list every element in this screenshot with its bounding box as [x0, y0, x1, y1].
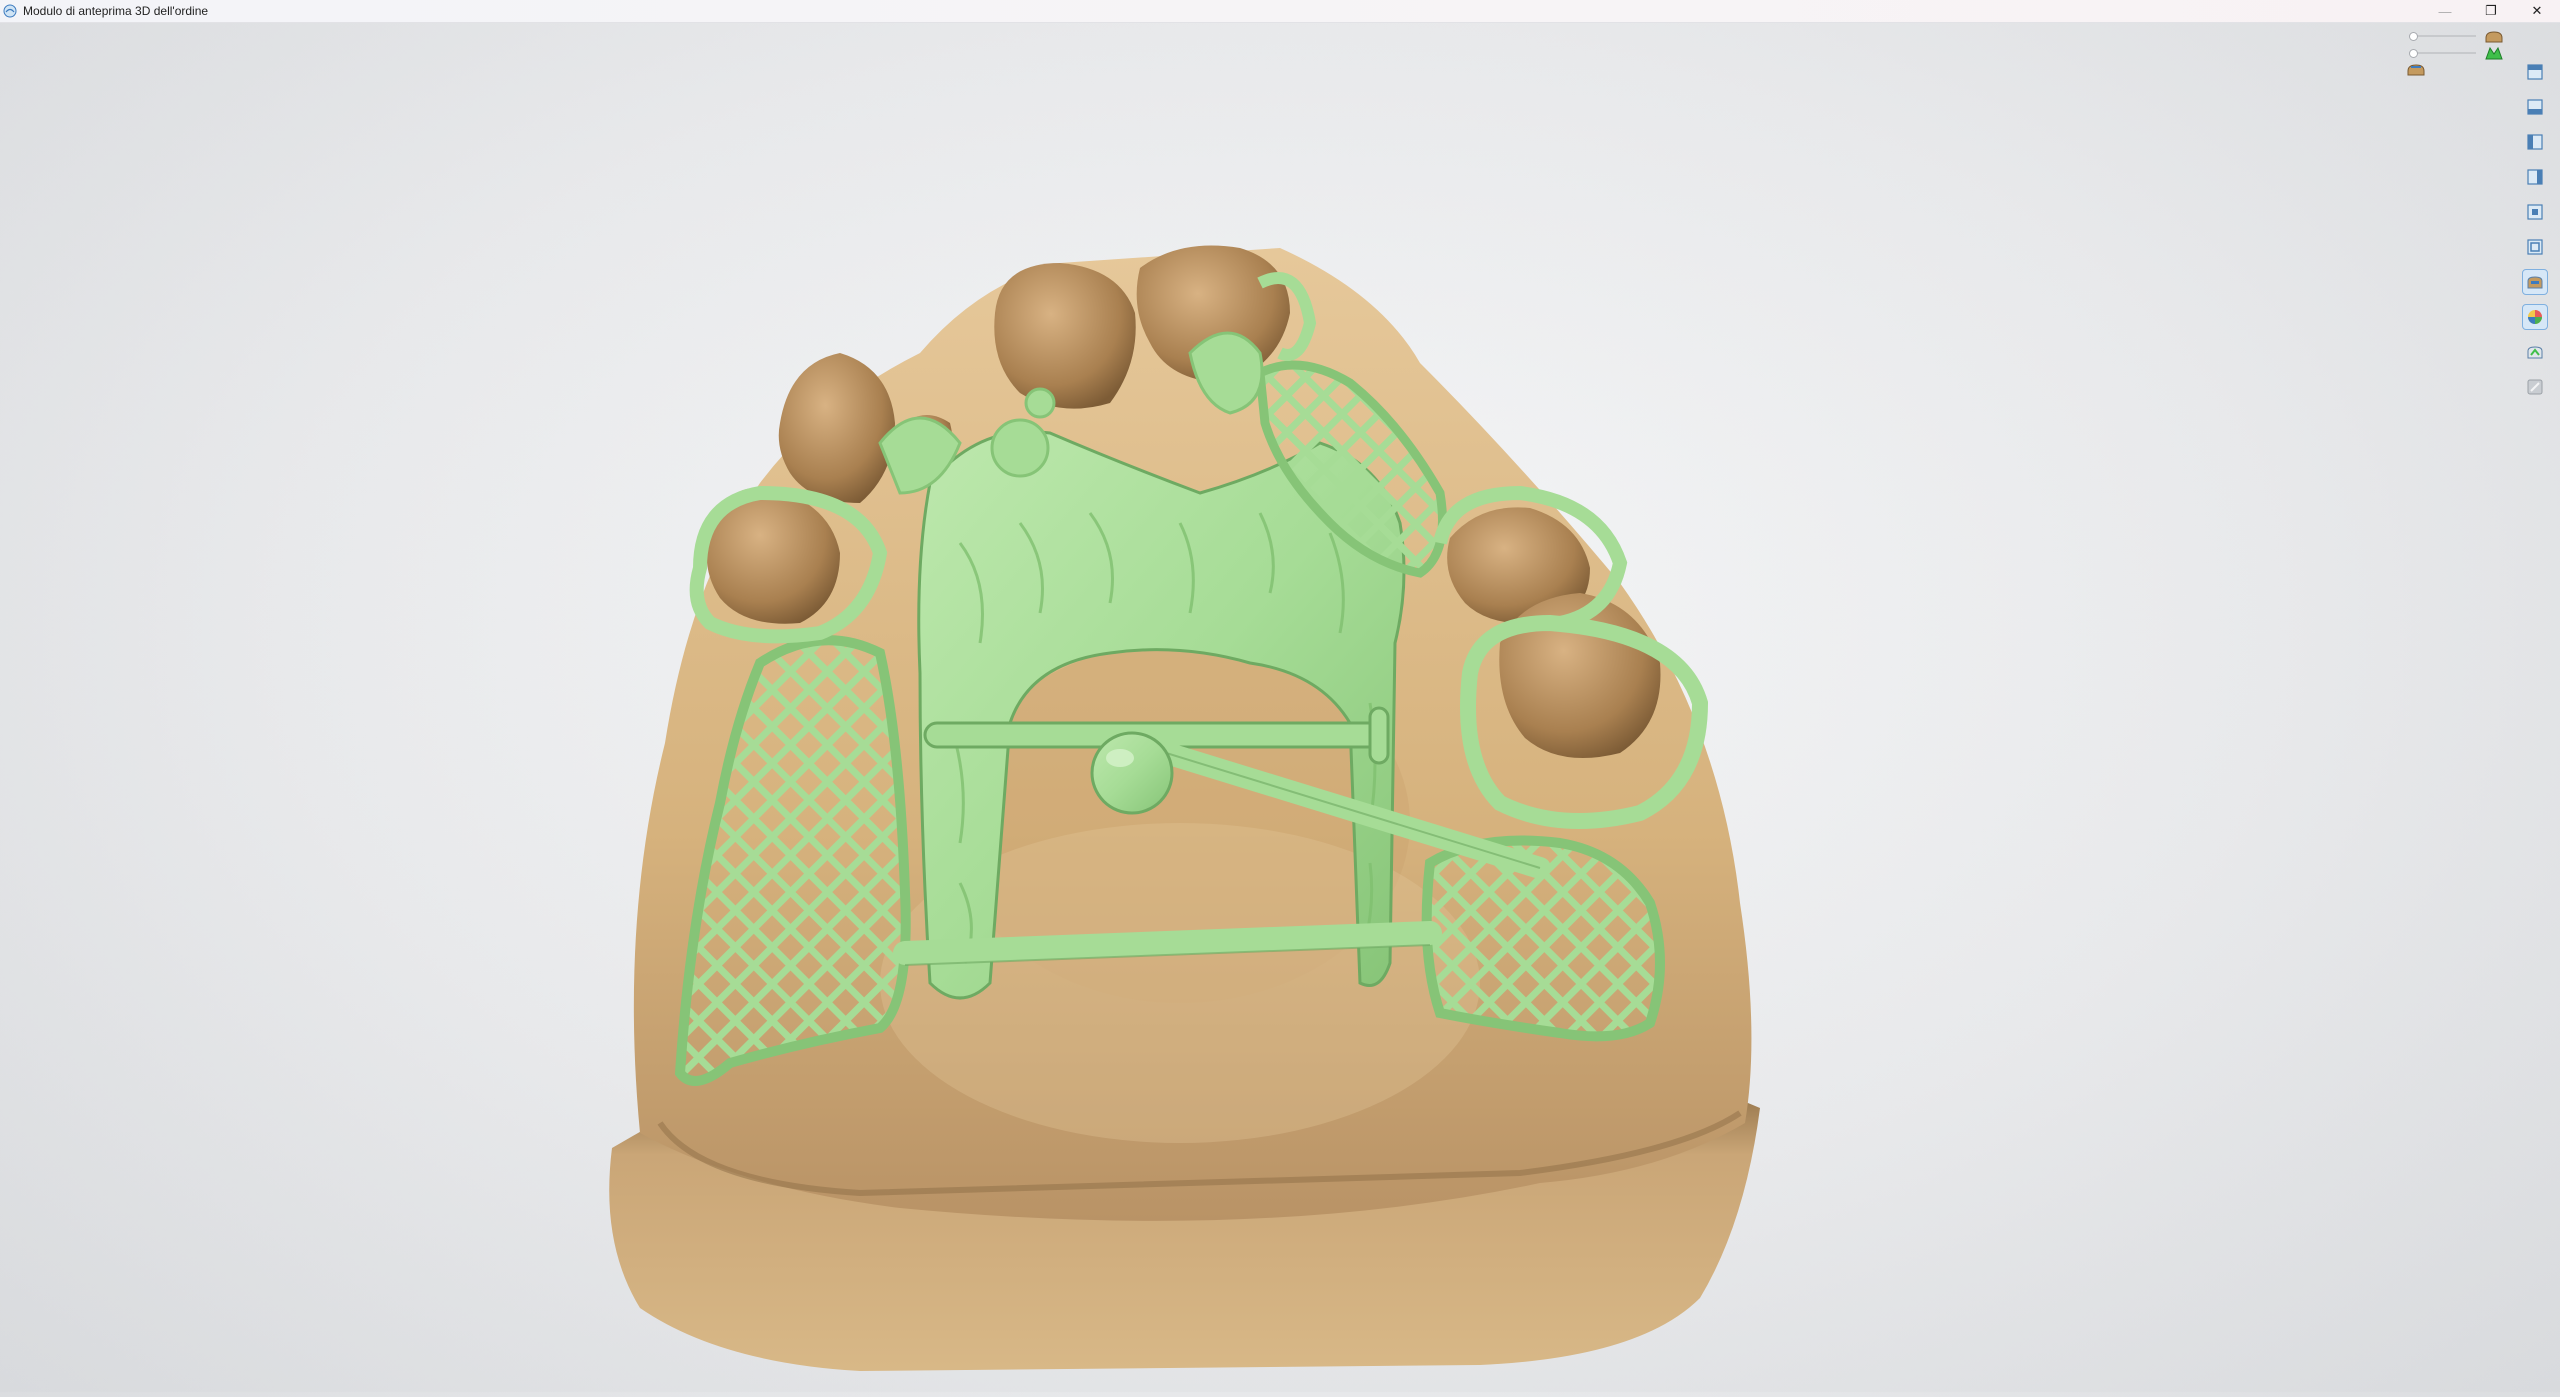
model-transparency-slider[interactable]: [2409, 28, 2504, 44]
model-toggle-icon[interactable]: [2406, 61, 2426, 77]
slider-track[interactable]: [2409, 32, 2476, 41]
view-right-icon[interactable]: [2522, 164, 2548, 190]
title-bar: Modulo di anteprima 3D dell'ordine — ❐ ✕: [0, 0, 2560, 23]
framework-transparency-slider[interactable]: [2409, 45, 2504, 61]
window-controls: — ❐ ✕: [2422, 0, 2560, 22]
scan-visibility-icon[interactable]: [2522, 339, 2548, 365]
3d-viewport[interactable]: [0, 23, 2560, 1392]
view-left-icon[interactable]: [2522, 129, 2548, 155]
framework-icon: [2485, 46, 2503, 60]
color-map-icon[interactable]: [2522, 304, 2548, 330]
model-visibility-icon[interactable]: [2522, 269, 2548, 295]
view-toolbar: [2522, 59, 2550, 409]
restore-button[interactable]: ❐: [2468, 0, 2514, 22]
close-button[interactable]: ✕: [2514, 0, 2560, 22]
view-bottom-icon[interactable]: [2522, 94, 2548, 120]
slider-knob[interactable]: [2409, 49, 2418, 58]
view-top-icon[interactable]: [2522, 59, 2548, 85]
slider-track[interactable]: [2409, 49, 2476, 58]
dental-model-render[interactable]: [0, 23, 2560, 1392]
view-front-icon[interactable]: [2522, 199, 2548, 225]
slider-knob[interactable]: [2409, 32, 2418, 41]
model-base-icon: [2485, 31, 2503, 43]
measure-disabled-icon: [2522, 374, 2548, 400]
app-icon: [3, 4, 17, 18]
view-back-icon[interactable]: [2522, 234, 2548, 260]
minimize-button[interactable]: —: [2422, 0, 2468, 22]
window-title: Modulo di anteprima 3D dell'ordine: [23, 4, 209, 18]
